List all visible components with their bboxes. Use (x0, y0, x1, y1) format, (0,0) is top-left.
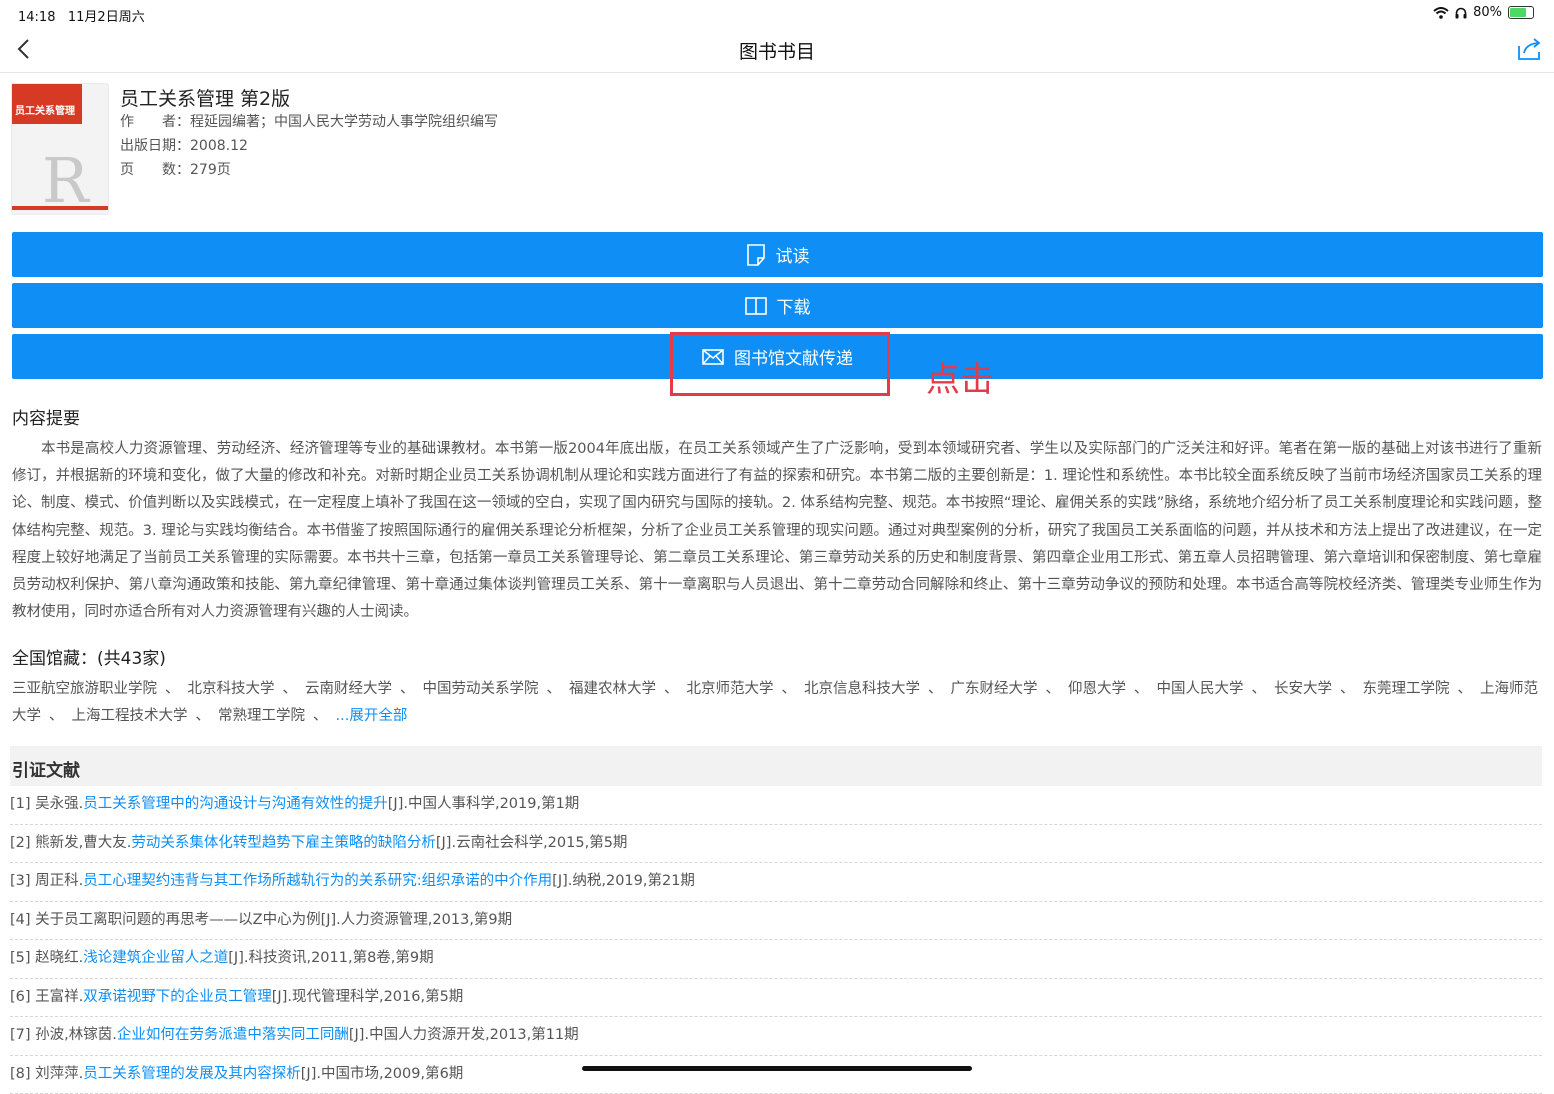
reference-item: [5] 赵晓红.浅论建筑企业留人之道[J].科技资讯,2011,第8卷,第9期 (10, 940, 1542, 979)
reference-prefix: [7] 孙波,林镓茵. (10, 1027, 117, 1043)
reference-suffix: [J].现代管理科学,2016,第5期 (272, 989, 464, 1005)
reference-link[interactable]: 员工心理契约违背与其工作场所越轨行为的关系研究:组织承诺的中介作用 (83, 873, 552, 889)
book-details: 员工关系管理 第2版 作 者：程延园编著；中国人民大学劳动人事学院组织编写 出版… (120, 84, 498, 182)
status-right: 80% (1433, 5, 1534, 20)
reference-item: [3] 周正科.员工心理契约违背与其工作场所越轨行为的关系研究:组织承诺的中介作… (10, 863, 1542, 902)
holdings-heading: 全国馆藏：(共43家) (12, 644, 166, 669)
status-time: 14:18 11月2日周六 (18, 6, 145, 25)
reference-link[interactable]: 员工关系管理中的沟通设计与沟通有效性的提升 (83, 796, 388, 812)
book-cover: 员工关系管理 R (12, 84, 108, 214)
reference-prefix: [4] 关于员工离职问题的再思考——以Z中心为例[J].人力资源管理,2013,… (10, 912, 512, 928)
status-bar: 14:18 11月2日周六 80% (0, 0, 1554, 28)
library-separator: 、 (928, 681, 943, 697)
reference-suffix: [J].科技资讯,2011,第8卷,第9期 (228, 950, 433, 966)
reference-prefix: [8] 刘萍萍. (10, 1066, 83, 1082)
read-button-label: 试读 (776, 242, 810, 267)
library-item: 北京科技大学 (188, 681, 275, 697)
battery-percent: 80% (1473, 5, 1502, 20)
reference-item: [8] 刘萍萍.员工关系管理的发展及其内容探析[J].中国市场,2009,第6期 (10, 1056, 1542, 1094)
library-item: 三亚航空旅游职业学院 (12, 681, 157, 697)
library-separator: 、 (1134, 681, 1149, 697)
library-separator: 、 (196, 708, 211, 724)
share-icon[interactable] (1516, 36, 1544, 62)
reference-suffix: [J].中国市场,2009,第6期 (301, 1066, 464, 1082)
library-separator: 、 (782, 681, 797, 697)
document-icon (746, 244, 766, 266)
reference-prefix: [5] 赵晓红. (10, 950, 83, 966)
references-header: 引证文献 (10, 746, 1542, 786)
library-item: 仰恩大学 (1068, 681, 1126, 697)
cover-title: 员工关系管理 (15, 102, 75, 117)
abstract-heading: 内容提要 (12, 404, 80, 429)
library-item: 福建农林大学 (569, 681, 656, 697)
library-separator: 、 (547, 681, 562, 697)
library-item: 东莞理工学院 (1363, 681, 1450, 697)
highlight-box (670, 332, 890, 396)
expand-all-link[interactable]: ...展开全部 (336, 708, 408, 724)
book-date: 出版日期：2008.12 (120, 134, 498, 158)
references-list: [1] 吴永强.员工关系管理中的沟通设计与沟通有效性的提升[J].中国人事科学,… (10, 786, 1542, 1094)
headphones-icon (1455, 7, 1467, 19)
library-item: 常熟理工学院 (218, 708, 305, 724)
library-separator: 、 (1340, 681, 1355, 697)
reference-prefix: [6] 王富祥. (10, 989, 83, 1005)
library-separator: 、 (49, 708, 64, 724)
book-author: 作 者：程延园编著；中国人民大学劳动人事学院组织编写 (120, 110, 498, 134)
book-icon (745, 296, 767, 316)
reference-item: [2] 熊新发,曹大友.劳动关系集体化转型趋势下雇主策略的缺陷分析[J].云南社… (10, 825, 1542, 864)
reference-item: [6] 王富祥.双承诺视野下的企业员工管理[J].现代管理科学,2016,第5期 (10, 979, 1542, 1018)
library-separator: 、 (283, 681, 298, 697)
reference-suffix: [J].纳税,2019,第21期 (552, 873, 695, 889)
reference-suffix: [J].中国人力资源开发,2013,第11期 (349, 1027, 579, 1043)
library-separator: 、 (313, 708, 328, 724)
book-title: 员工关系管理 第2版 (120, 84, 498, 110)
library-separator: 、 (1252, 681, 1267, 697)
home-indicator[interactable] (582, 1066, 972, 1071)
library-separator: 、 (400, 681, 415, 697)
library-item: 中国人民大学 (1157, 681, 1244, 697)
library-item: 广东财经大学 (951, 681, 1038, 697)
reference-link[interactable]: 企业如何在劳务派遣中落实同工同酬 (117, 1027, 349, 1043)
reference-item: [4] 关于员工离职问题的再思考——以Z中心为例[J].人力资源管理,2013,… (10, 902, 1542, 941)
reference-prefix: [1] 吴永强. (10, 796, 83, 812)
abstract-text: 本书是高校人力资源管理、劳动经济、经济管理等专业的基础课教材。本书第一版2004… (12, 436, 1542, 626)
library-separator: 、 (1458, 681, 1473, 697)
download-button-label: 下载 (777, 293, 811, 318)
book-pages: 页 数：279页 (120, 158, 498, 182)
reference-suffix: [J].云南社会科学,2015,第5期 (436, 835, 628, 851)
reference-link[interactable]: 员工关系管理的发展及其内容探析 (83, 1066, 301, 1082)
library-separator: 、 (165, 681, 180, 697)
wifi-icon (1433, 7, 1449, 19)
library-separator: 、 (1046, 681, 1061, 697)
click-annotation: 点击 (926, 352, 994, 401)
download-button[interactable]: 下载 (12, 283, 1543, 328)
library-item: 云南财经大学 (305, 681, 392, 697)
references-heading: 引证文献 (12, 756, 80, 781)
reference-prefix: [2] 熊新发,曹大友. (10, 835, 131, 851)
library-item: 中国劳动关系学院 (423, 681, 539, 697)
reference-suffix: [J].中国人事科学,2019,第1期 (388, 796, 580, 812)
library-item: 北京信息科技大学 (804, 681, 920, 697)
holdings-list: 三亚航空旅游职业学院、北京科技大学、云南财经大学、中国劳动关系学院、福建农林大学… (12, 676, 1542, 731)
reference-item: [1] 吴永强.员工关系管理中的沟通设计与沟通有效性的提升[J].中国人事科学,… (10, 786, 1542, 825)
reference-item: [7] 孙波,林镓茵.企业如何在劳务派遣中落实同工同酬[J].中国人力资源开发,… (10, 1017, 1542, 1056)
reference-link[interactable]: 双承诺视野下的企业员工管理 (83, 989, 272, 1005)
reference-link[interactable]: 浅论建筑企业留人之道 (83, 950, 228, 966)
book-info: 员工关系管理 R 员工关系管理 第2版 作 者：程延园编著；中国人民大学劳动人事… (12, 84, 1542, 216)
library-item: 上海工程技术大学 (72, 708, 188, 724)
library-item: 北京师范大学 (687, 681, 774, 697)
nav-bar: 图书书目 (0, 28, 1554, 73)
read-button[interactable]: 试读 (12, 232, 1543, 277)
reference-link[interactable]: 劳动关系集体化转型趋势下雇主策略的缺陷分析 (131, 835, 436, 851)
library-item: 长安大学 (1274, 681, 1332, 697)
library-separator: 、 (664, 681, 679, 697)
page-title: 图书书目 (0, 37, 1554, 64)
battery-icon (1508, 6, 1534, 19)
reference-prefix: [3] 周正科. (10, 873, 83, 889)
